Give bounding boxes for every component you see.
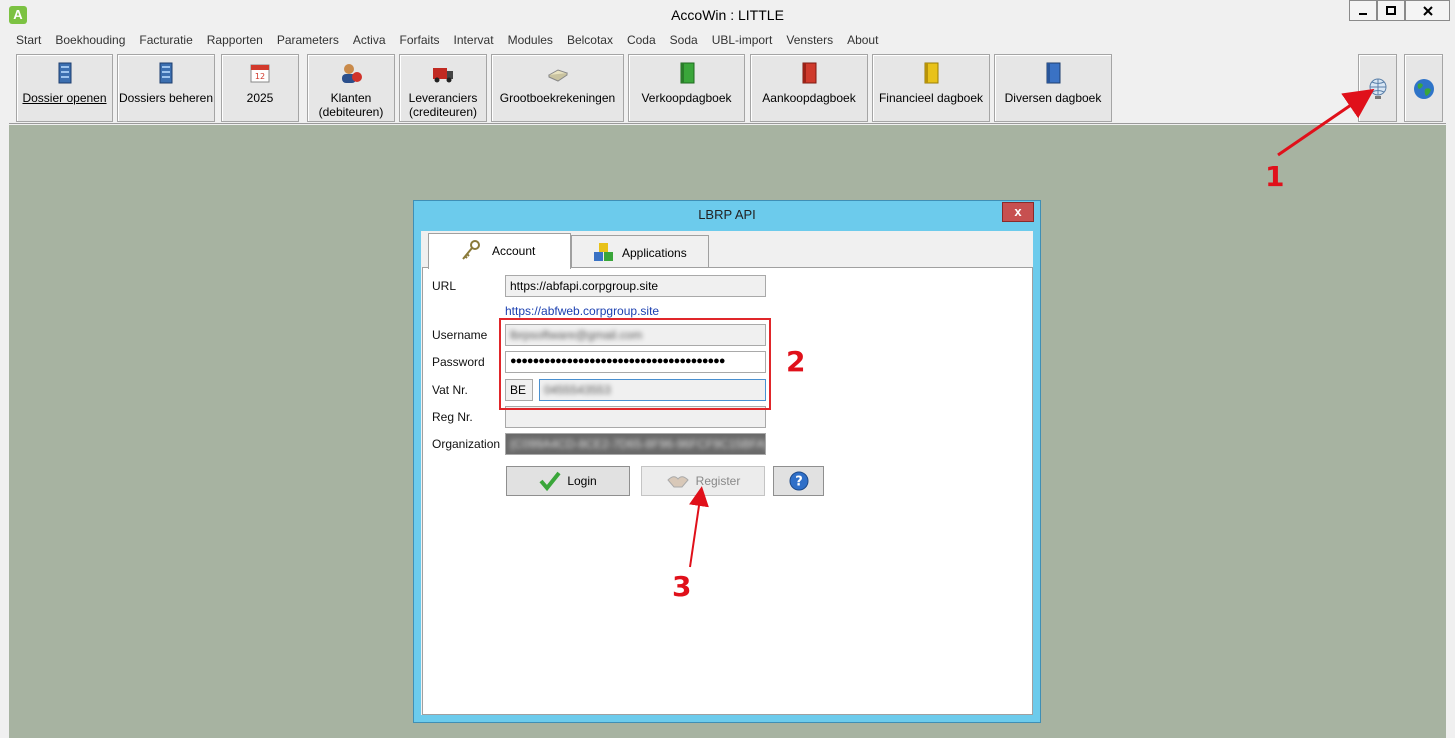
toolbar: Dossier openen Dossiers beheren 12 2025 … — [9, 51, 1446, 124]
menu-soda[interactable]: Soda — [663, 31, 705, 51]
password-label: Password — [432, 355, 485, 369]
menu-forfaits[interactable]: Forfaits — [393, 31, 447, 51]
green-book-icon — [680, 62, 694, 84]
menu-boekhouding[interactable]: Boekhouding — [48, 31, 132, 51]
klanten-button[interactable]: Klanten (debiteuren) — [307, 54, 395, 122]
annotation-3: 3 — [672, 570, 692, 603]
organization-input[interactable]: {C099A4CD-8CE2-7D65-8F96-96FCF9C15BFA} — [505, 433, 766, 455]
url-label: URL — [432, 279, 457, 293]
calendar-icon: 12 — [250, 64, 270, 83]
year-button[interactable]: 12 2025 — [221, 54, 299, 122]
dialog-body: Account Applications URL https://abfapi.… — [421, 231, 1033, 715]
lbrp-api-dialog: LBRP API x Account Applications URL http… — [413, 200, 1041, 723]
aankoopdagboek-label: Aankoopdagboek — [762, 91, 856, 105]
menu-vensters[interactable]: Vensters — [779, 31, 840, 51]
server-icon — [58, 62, 71, 84]
ledger-icon — [547, 69, 568, 82]
annotation-1: 1 — [1265, 160, 1285, 193]
annotation-2: 2 — [786, 345, 806, 378]
dossiers-beheren-label: Dossiers beheren — [118, 91, 214, 105]
dossiers-beheren-button[interactable]: Dossiers beheren — [117, 54, 215, 122]
menu-facturatie[interactable]: Facturatie — [132, 31, 199, 51]
minimize-button[interactable] — [1349, 0, 1377, 21]
register-label: Register — [695, 474, 741, 488]
organization-value: {C099A4CD-8CE2-7D65-8F96-96FCF9C15BFA} — [510, 437, 766, 451]
checkmark-icon — [539, 471, 561, 491]
maximize-button[interactable] — [1377, 0, 1405, 21]
tab-account-label: Account — [492, 244, 536, 258]
tab-applications-label: Applications — [622, 246, 687, 260]
menu-parameters[interactable]: Parameters — [270, 31, 346, 51]
url-input[interactable]: https://abfapi.corpgroup.site — [505, 275, 766, 297]
globe-icon — [1413, 79, 1434, 99]
maximize-icon — [1386, 5, 1396, 15]
close-button[interactable] — [1405, 0, 1450, 21]
close-icon — [1422, 5, 1433, 16]
verkoopdagboek-label: Verkoopdagboek — [641, 91, 732, 105]
help-button[interactable]: ? — [773, 466, 824, 496]
api-globe-button[interactable] — [1358, 54, 1397, 122]
globe-stand-icon — [1369, 78, 1386, 99]
tab-account[interactable]: Account — [428, 233, 571, 269]
web-globe-button[interactable] — [1404, 54, 1443, 122]
username-label: Username — [432, 328, 488, 342]
login-label: Login — [567, 474, 597, 488]
minimize-icon — [1359, 12, 1367, 15]
leveranciers-button[interactable]: Leveranciers (crediteuren) — [399, 54, 487, 122]
grootboek-label: Grootboekrekeningen — [499, 91, 616, 105]
dossier-openen-label: Dossier openen — [22, 91, 107, 105]
server-stack-icon — [159, 62, 173, 84]
organization-label: Organization — [432, 437, 501, 451]
login-button[interactable]: Login — [506, 466, 630, 496]
menu-start[interactable]: Start — [9, 31, 48, 51]
menu-rapporten[interactable]: Rapporten — [200, 31, 270, 51]
customers-icon — [342, 64, 362, 83]
red-book-icon — [802, 62, 817, 84]
keys-icon — [462, 240, 480, 260]
vat-label: Vat Nr. — [432, 383, 468, 397]
leveranciers-label: Leveranciers (crediteuren) — [408, 91, 478, 119]
dialog-title: LBRP API — [698, 207, 756, 222]
menu-coda[interactable]: Coda — [620, 31, 663, 51]
financieel-dagboek-button[interactable]: Financieel dagboek — [872, 54, 990, 122]
truck-icon — [433, 68, 453, 83]
help-glyph: ? — [795, 475, 803, 490]
financieel-dagboek-label: Financieel dagboek — [878, 91, 984, 105]
reg-label: Reg Nr. — [432, 410, 473, 424]
aankoopdagboek-button[interactable]: Aankoopdagboek — [750, 54, 868, 122]
title-bar: A AccoWin : LITTLE — [0, 0, 1455, 31]
register-button[interactable]: Register — [641, 466, 765, 496]
menu-intervat[interactable]: Intervat — [447, 31, 501, 51]
blue-book-icon — [1046, 62, 1061, 84]
diversen-dagboek-button[interactable]: Diversen dagboek — [994, 54, 1112, 122]
menu-belcotax[interactable]: Belcotax — [560, 31, 620, 51]
credentials-highlight — [499, 318, 771, 410]
svg-text:12: 12 — [255, 72, 265, 81]
menu-about[interactable]: About — [840, 31, 885, 51]
dialog-close-button[interactable]: x — [1002, 202, 1034, 222]
menu-modules[interactable]: Modules — [501, 31, 560, 51]
dossier-openen-button[interactable]: Dossier openen — [16, 54, 113, 122]
grootboek-button[interactable]: Grootboekrekeningen — [491, 54, 624, 122]
verkoopdagboek-button[interactable]: Verkoopdagboek — [628, 54, 745, 122]
yellow-book-icon — [924, 62, 939, 84]
menu-ubl-import[interactable]: UBL-import — [705, 31, 780, 51]
window-title: AccoWin : LITTLE — [671, 7, 784, 23]
menu-bar: Start Boekhouding Facturatie Rapporten P… — [9, 31, 1446, 51]
web-link[interactable]: https://abfweb.corpgroup.site — [505, 304, 659, 318]
menu-activa[interactable]: Activa — [346, 31, 393, 51]
diversen-dagboek-label: Diversen dagboek — [1004, 91, 1102, 105]
blocks-icon — [594, 243, 613, 261]
handshake-icon — [666, 476, 689, 488]
year-label: 2025 — [246, 91, 274, 105]
help-icon: ? — [789, 471, 808, 491]
tab-applications[interactable]: Applications — [571, 235, 709, 269]
klanten-label: Klanten (debiteuren) — [318, 91, 384, 119]
